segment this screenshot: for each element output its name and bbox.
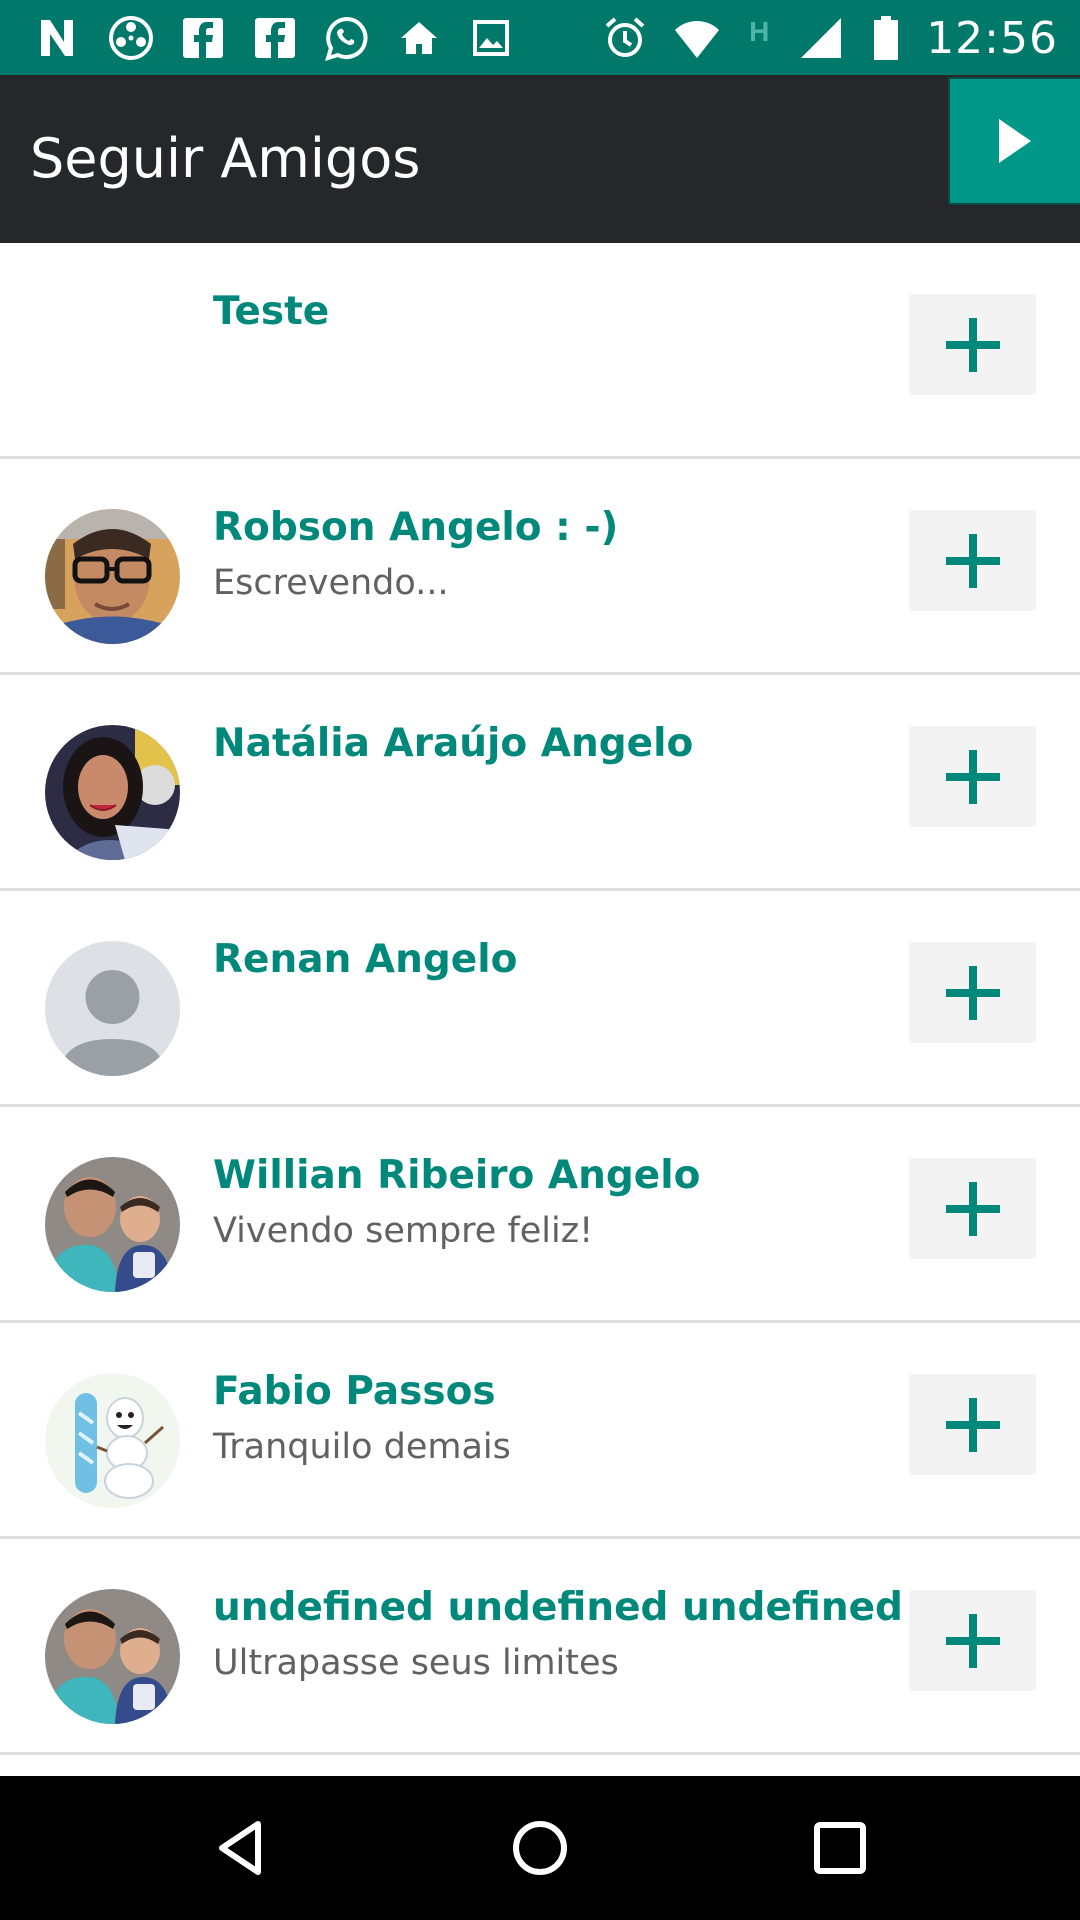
system-icons: H 12:56: [600, 12, 1058, 64]
avatar: [45, 1157, 180, 1292]
list-item[interactable]: Renan Angelo: [0, 891, 1080, 1107]
network-label: H: [749, 16, 770, 47]
friend-name: Robson Angelo : -): [213, 505, 619, 550]
follow-button[interactable]: [909, 1158, 1036, 1259]
default-avatar-icon: [45, 941, 180, 1076]
follow-button[interactable]: [909, 942, 1036, 1043]
list-item[interactable]: Natália Araújo Angelo: [0, 675, 1080, 891]
navigation-bar: [0, 1776, 1080, 1920]
wifi-icon: [672, 13, 722, 63]
friend-name: Renan Angelo: [213, 937, 518, 982]
n-icon: [34, 13, 84, 63]
facebook-icon: [250, 13, 300, 63]
avatar: [45, 509, 180, 644]
whatsapp-icon: [322, 13, 372, 63]
plus-icon: [945, 1397, 1000, 1452]
next-button[interactable]: [948, 77, 1080, 205]
friend-list: Teste Robson Angelo : -) Escrevendo... N…: [0, 243, 1080, 1755]
app-bar: Seguir Amigos: [0, 75, 1080, 243]
friend-name: Natália Araújo Angelo: [213, 721, 694, 766]
follow-button[interactable]: [909, 1374, 1036, 1475]
facebook-icon: [178, 13, 228, 63]
home-button[interactable]: [504, 1812, 576, 1884]
friend-name: Fabio Passos: [213, 1369, 496, 1414]
plus-icon: [945, 749, 1000, 804]
plus-icon: [945, 965, 1000, 1020]
follow-button[interactable]: [909, 726, 1036, 827]
page-title: Seguir Amigos: [30, 127, 421, 190]
follow-button[interactable]: [909, 510, 1036, 611]
alarm-icon: [600, 13, 650, 63]
notification-icons: [34, 12, 516, 64]
plus-icon: [945, 1181, 1000, 1236]
plus-icon: [945, 533, 1000, 588]
list-item[interactable]: Willian Ribeiro Angelo Vivendo sempre fe…: [0, 1107, 1080, 1323]
friend-name: Teste: [213, 289, 330, 334]
home-circle-icon: [513, 1821, 567, 1875]
friend-status: Escrevendo...: [213, 563, 449, 603]
play-arrow-icon: [999, 119, 1031, 163]
list-item[interactable]: Robson Angelo : -) Escrevendo...: [0, 459, 1080, 675]
avatar: [45, 1373, 180, 1508]
friend-status: Tranquilo demais: [213, 1427, 511, 1467]
friend-name: Willian Ribeiro Angelo: [213, 1153, 701, 1198]
friend-status: Ultrapasse seus limites: [213, 1643, 619, 1683]
back-button[interactable]: [204, 1812, 276, 1884]
image-icon: [466, 13, 516, 63]
recents-icon: [814, 1822, 866, 1874]
list-item[interactable]: Fabio Passos Tranquilo demais: [0, 1323, 1080, 1539]
signal-icon: [796, 13, 846, 63]
battery-icon: [868, 13, 904, 63]
list-item[interactable]: undefined undefined undefined Ultrapasse…: [0, 1539, 1080, 1755]
status-bar: H 12:56: [0, 0, 1080, 75]
network-type-label: H: [744, 13, 774, 63]
follow-button[interactable]: [909, 294, 1036, 395]
friend-name: undefined undefined undefined: [213, 1585, 903, 1630]
plus-icon: [945, 317, 1000, 372]
home-icon: [394, 13, 444, 63]
film-reel-icon: [106, 13, 156, 63]
plus-icon: [945, 1613, 1000, 1668]
clock: 12:56: [926, 12, 1058, 64]
avatar: [45, 725, 180, 860]
friend-status: Vivendo sempre feliz!: [213, 1211, 594, 1251]
avatar: [45, 1589, 180, 1724]
follow-button[interactable]: [909, 1590, 1036, 1691]
list-item[interactable]: Teste: [0, 243, 1080, 459]
back-icon: [219, 1821, 261, 1875]
recents-button[interactable]: [804, 1812, 876, 1884]
